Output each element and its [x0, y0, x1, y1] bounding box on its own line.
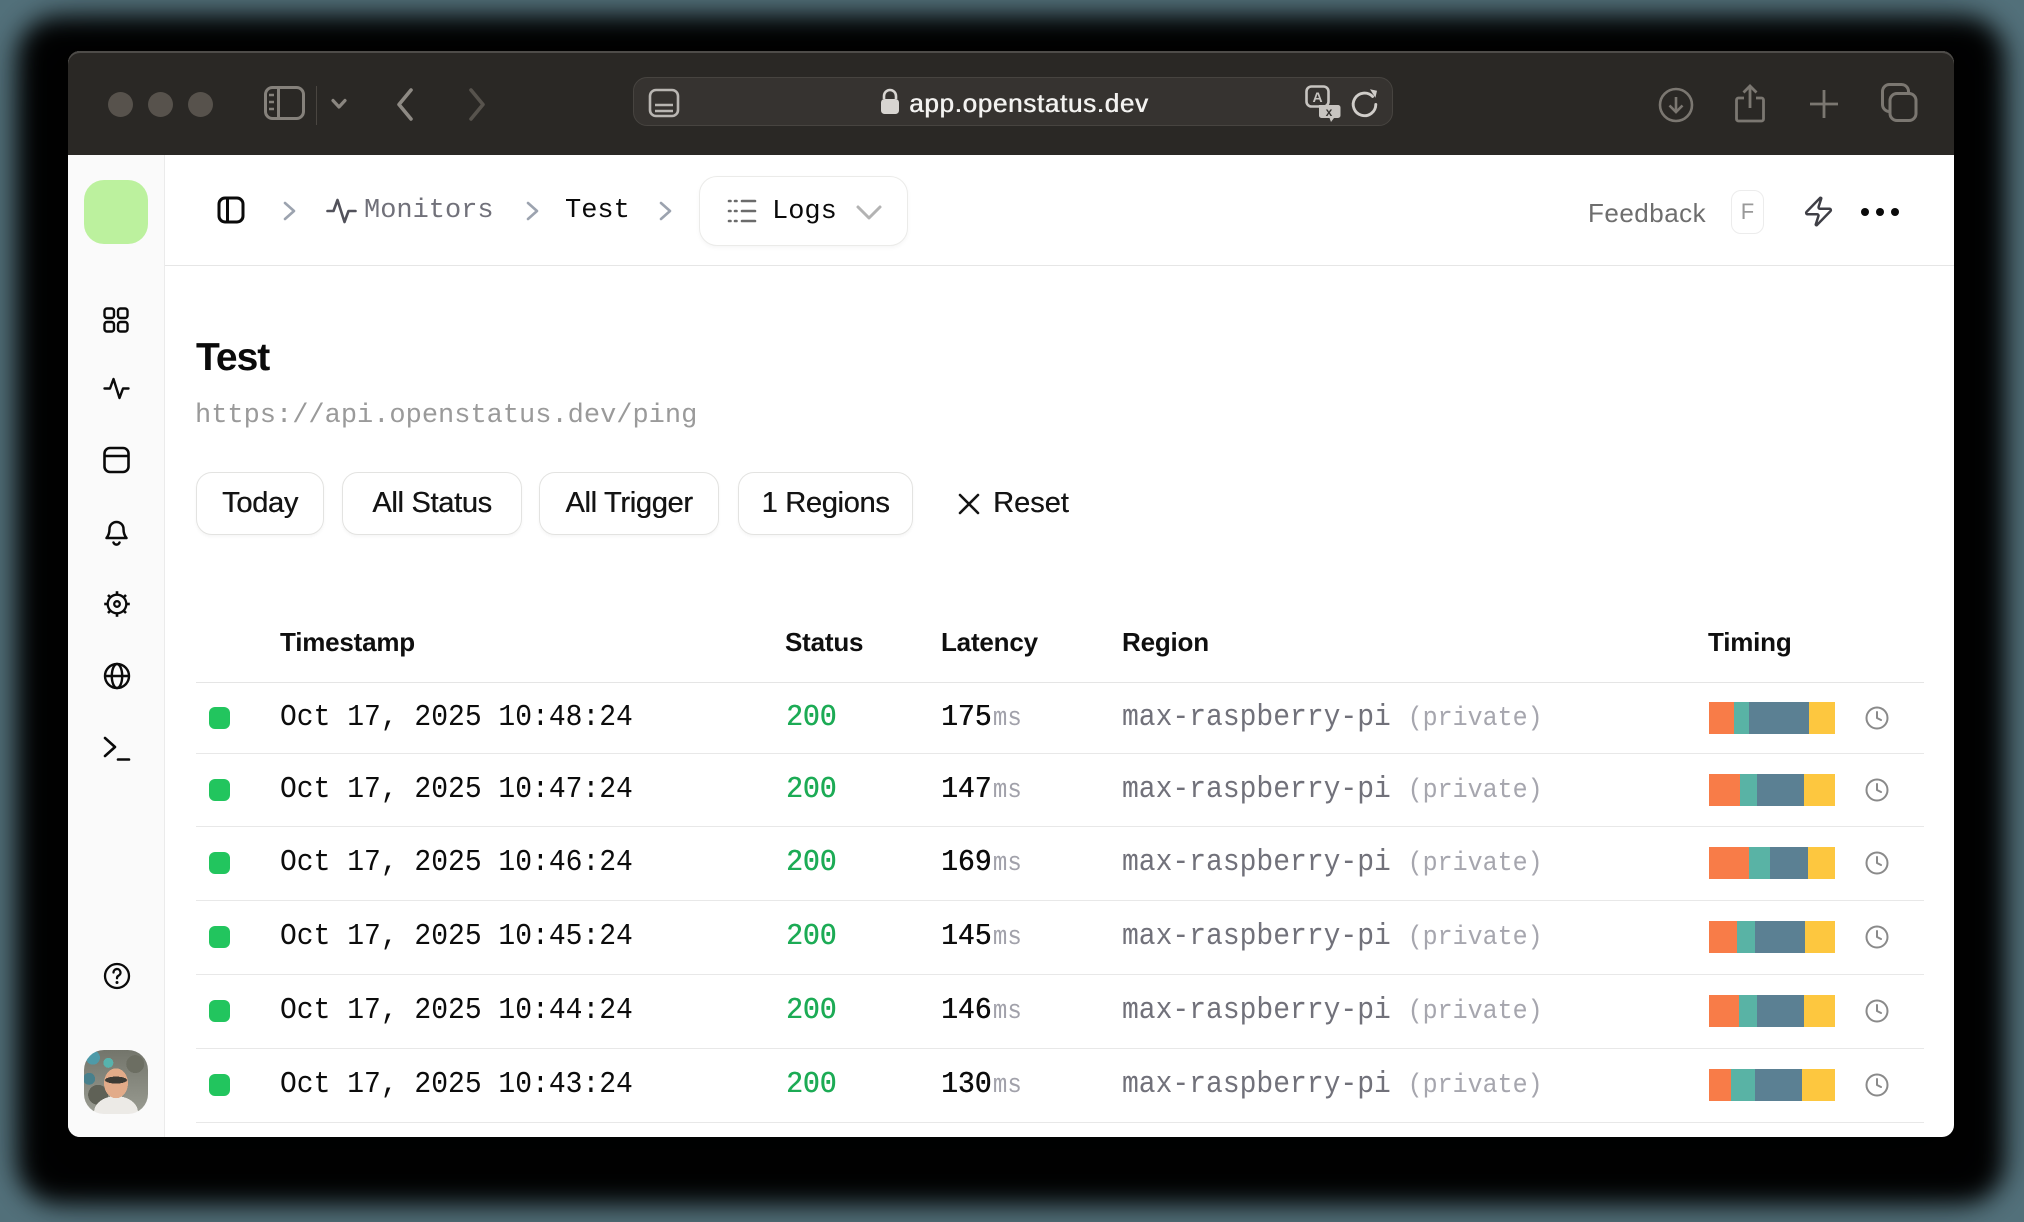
svg-text:x: x — [1326, 105, 1333, 119]
svg-text:A: A — [1312, 89, 1322, 105]
